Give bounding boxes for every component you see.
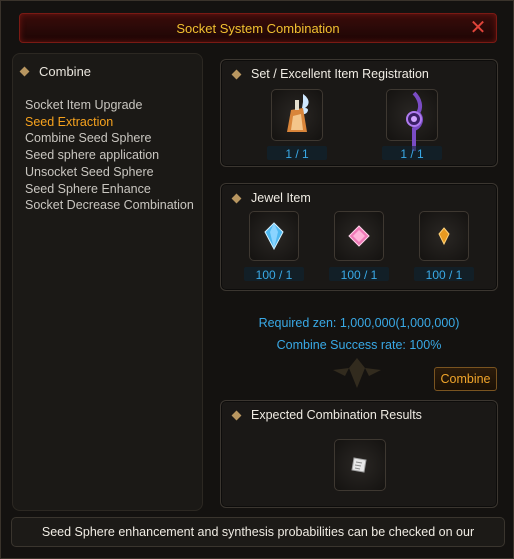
- result-slot[interactable]: [334, 439, 386, 491]
- socket-combination-window: Socket System Combination ✕ Combine Sock…: [0, 0, 514, 559]
- success-rate-text: Combine Success rate: 100%: [276, 338, 442, 352]
- combine-menu-panel: Combine Socket Item Upgrade Seed Extract…: [12, 53, 203, 511]
- diamond-bullet-icon: [231, 410, 242, 420]
- staff-item-icon: [406, 91, 423, 151]
- combine-menu: Socket Item Upgrade Seed Extraction Comb…: [25, 97, 194, 214]
- diamond-bullet-icon: [19, 66, 30, 77]
- jewel-slot-3[interactable]: [419, 211, 469, 261]
- registration-slot-2[interactable]: [386, 89, 438, 151]
- combine-button[interactable]: Combine: [434, 367, 497, 391]
- menu-item-seed-sphere-enhance[interactable]: Seed Sphere Enhance: [25, 181, 194, 198]
- close-button[interactable]: ✕: [468, 18, 488, 38]
- jewel-slot-1[interactable]: [249, 211, 299, 261]
- registration-count-1: 1 / 1: [285, 147, 309, 161]
- menu-item-unsocket-seed-sphere[interactable]: Unsocket Seed Sphere: [25, 164, 194, 181]
- registration-header: Set / Excellent Item Registration: [231, 67, 429, 81]
- menu-item-seed-sphere-application[interactable]: Seed sphere application: [25, 147, 194, 164]
- armor-item-icon: [287, 94, 309, 132]
- seed-result-icon: [351, 457, 367, 473]
- diamond-bullet-icon: [231, 69, 242, 79]
- registration-header-label: Set / Excellent Item Registration: [251, 67, 429, 81]
- diamond-bullet-icon: [231, 193, 242, 203]
- blue-jewel-icon: [264, 222, 284, 250]
- pink-jewel-icon: [348, 225, 370, 247]
- jewel-count-3: 100 / 1: [425, 268, 463, 282]
- emblem-icon: [333, 358, 381, 388]
- required-zen-text: Required zen: 1,000,000(1,000,000): [258, 316, 460, 330]
- window-title: Socket System Combination: [176, 20, 340, 36]
- registration-count-2: 1 / 1: [400, 147, 424, 161]
- title-bar: Socket System Combination ✕: [19, 13, 497, 43]
- orange-jewel-icon: [438, 227, 450, 245]
- jewel-count-2: 100 / 1: [340, 268, 378, 282]
- results-header: Expected Combination Results: [231, 408, 422, 422]
- menu-item-socket-item-upgrade[interactable]: Socket Item Upgrade: [25, 97, 194, 114]
- registration-panel: Set / Excellent Item Registration: [220, 59, 498, 167]
- menu-item-seed-extraction[interactable]: Seed Extraction: [25, 114, 194, 131]
- combine-header: Combine: [19, 64, 92, 79]
- results-header-label: Expected Combination Results: [251, 408, 422, 422]
- jewel-header-label: Jewel Item: [251, 191, 311, 205]
- menu-item-socket-decrease-combination[interactable]: Socket Decrease Combination: [25, 197, 194, 214]
- menu-item-combine-seed-sphere[interactable]: Combine Seed Sphere: [25, 130, 194, 147]
- jewel-header: Jewel Item: [231, 191, 311, 205]
- footer-text: Seed Sphere enhancement and synthesis pr…: [41, 525, 475, 539]
- combine-header-label: Combine: [39, 64, 92, 79]
- jewel-slot-2[interactable]: [334, 211, 384, 261]
- jewel-count-1: 100 / 1: [255, 268, 293, 282]
- registration-slot-1[interactable]: [271, 89, 323, 141]
- footer-bar: Seed Sphere enhancement and synthesis pr…: [11, 517, 505, 547]
- close-icon: ✕: [469, 17, 487, 39]
